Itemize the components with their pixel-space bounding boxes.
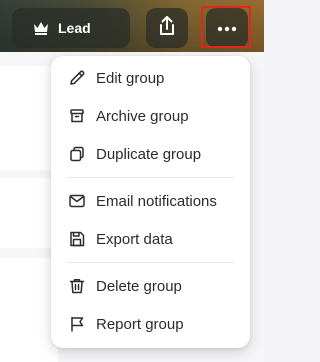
menu-item-duplicate-group[interactable]: Duplicate group — [51, 137, 250, 171]
menu-item-label: Email notifications — [96, 192, 217, 210]
menu-item-email-notifications[interactable]: Email notifications — [51, 184, 250, 218]
background-card — [0, 66, 58, 170]
menu-item-label: Report group — [96, 315, 184, 333]
save-icon — [68, 230, 86, 248]
group-options-menu: Edit group Archive group Duplicate group — [51, 56, 250, 348]
share-button[interactable] — [146, 8, 188, 48]
menu-item-label: Archive group — [96, 107, 189, 125]
archive-icon — [68, 107, 86, 125]
trash-icon — [68, 277, 86, 295]
menu-item-delete-group[interactable]: Delete group — [51, 269, 250, 303]
menu-item-archive-group[interactable]: Archive group — [51, 99, 250, 133]
more-horizontal-icon — [217, 19, 237, 37]
menu-item-label: Duplicate group — [96, 145, 202, 163]
menu-item-export-data[interactable]: Export data — [51, 222, 250, 256]
menu-divider — [67, 177, 234, 178]
flag-icon — [68, 315, 86, 333]
role-label: Lead — [58, 20, 91, 36]
pencil-icon — [68, 69, 86, 87]
mail-icon — [68, 192, 86, 210]
menu-divider — [67, 262, 234, 263]
menu-item-label: Export data — [96, 230, 173, 248]
menu-item-label: Edit group — [96, 69, 165, 87]
menu-item-edit-group[interactable]: Edit group — [51, 61, 250, 95]
background-card — [0, 178, 58, 248]
menu-item-report-group[interactable]: Report group — [51, 307, 250, 341]
more-options-button[interactable] — [206, 8, 248, 48]
share-icon — [157, 15, 177, 42]
menu-item-label: Delete group — [96, 277, 182, 295]
copy-icon — [68, 145, 86, 163]
crown-icon — [32, 20, 50, 36]
role-badge: Lead — [12, 8, 130, 48]
background-card — [0, 258, 58, 362]
